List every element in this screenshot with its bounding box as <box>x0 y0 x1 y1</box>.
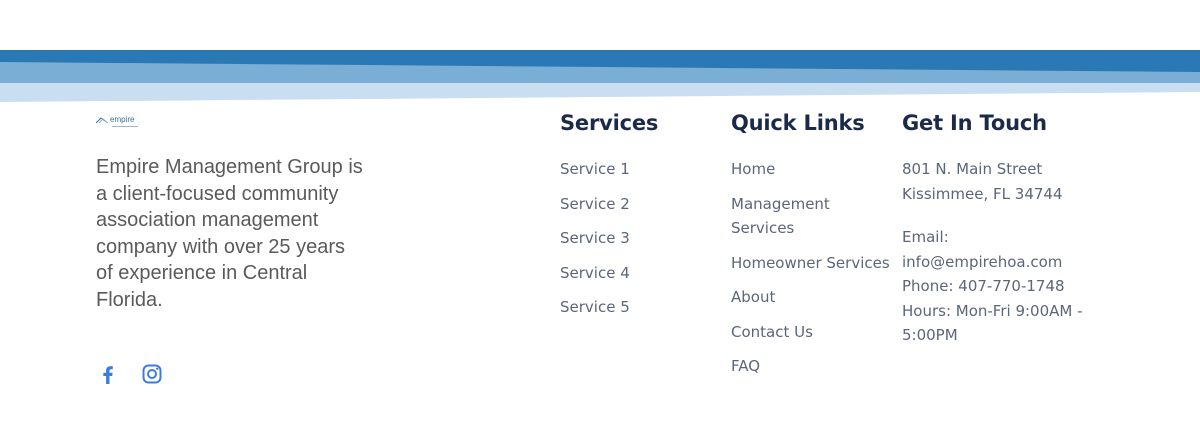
services-heading: Services <box>560 111 659 135</box>
facebook-link[interactable] <box>96 362 120 386</box>
contact-column: Get In Touch 801 N. Main Street Kissimme… <box>902 109 1102 348</box>
service-link[interactable]: Service 3 <box>560 226 725 251</box>
quick-link-home[interactable]: Home <box>731 157 901 182</box>
company-description: Empire Management Group is a client-focu… <box>96 156 363 311</box>
social-links <box>96 362 164 386</box>
service-link[interactable]: Service 2 <box>560 192 725 217</box>
instagram-link[interactable] <box>140 362 164 386</box>
quick-links-column: Quick Links Home Management Services Hom… <box>731 109 901 389</box>
contact-details: 801 N. Main Street Kissimmee, FL 34744 E… <box>902 157 1102 348</box>
logo-tagline-line <box>112 126 138 127</box>
address-line-1: 801 N. Main Street <box>902 160 1043 178</box>
quick-link-homeowner-services[interactable]: Homeowner Services <box>731 251 901 276</box>
decorative-wave-band <box>0 50 1200 102</box>
business-hours: Hours: Mon-Fri 9:00AM - 5:00PM <box>902 301 1083 345</box>
contact-heading: Get In Touch <box>902 111 1047 135</box>
phone-number[interactable]: Phone: 407-770-1748 <box>902 274 1102 299</box>
service-link[interactable]: Service 5 <box>560 295 725 320</box>
roof-logo-icon <box>96 117 108 124</box>
quick-link-contact-us[interactable]: Contact Us <box>731 320 901 345</box>
email-link[interactable]: info@empirehoa.com <box>902 250 1102 275</box>
brand-logo[interactable]: empire <box>96 115 138 127</box>
services-list: Service 1 Service 2 Service 3 Service 4 … <box>560 157 725 320</box>
quick-link-about[interactable]: About <box>731 285 901 310</box>
service-link[interactable]: Service 4 <box>560 261 725 286</box>
quick-links-heading: Quick Links <box>731 111 865 135</box>
logo-wordmark: empire <box>110 115 135 124</box>
service-link[interactable]: Service 1 <box>560 157 725 182</box>
quick-links-list: Home Management Services Homeowner Servi… <box>731 157 901 379</box>
facebook-icon <box>103 366 113 384</box>
quick-link-faq[interactable]: FAQ <box>731 354 901 379</box>
instagram-icon <box>142 364 162 384</box>
address-line-2: Kissimmee, FL 34744 <box>902 184 1063 203</box>
services-column: Services Service 1 Service 2 Service 3 S… <box>560 109 725 330</box>
email-label: Email: <box>902 228 949 246</box>
quick-link-management-services[interactable]: Management Services <box>731 192 851 241</box>
